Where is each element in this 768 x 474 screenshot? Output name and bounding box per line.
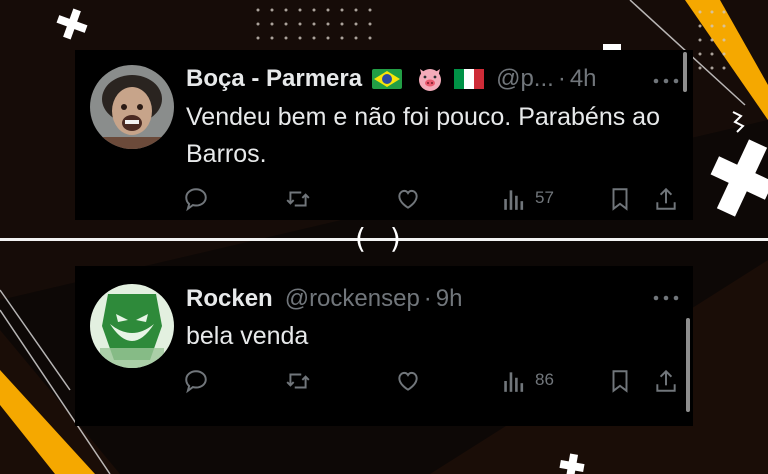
views-count: 57 — [535, 188, 554, 207]
avatar[interactable] — [90, 65, 174, 149]
action-bar: 57 — [183, 184, 679, 214]
like-icon[interactable] — [395, 186, 421, 212]
timestamp[interactable]: 4h — [570, 65, 597, 93]
more-icon[interactable] — [653, 78, 679, 84]
reply-icon[interactable] — [183, 186, 209, 212]
display-name[interactable]: Rocken — [186, 285, 273, 313]
separator: · — [423, 285, 432, 312]
scrollbar-top[interactable] — [683, 52, 687, 92]
scrollbar-bottom[interactable] — [686, 318, 690, 412]
brazil-flag-icon — [372, 69, 403, 89]
bookmark-icon[interactable] — [607, 186, 633, 212]
reply-icon[interactable] — [183, 368, 209, 394]
tweet-header: Boça - Parmera @p... · 4h — [186, 65, 597, 93]
tweet-header: Rocken @rockensep · 9h — [186, 285, 463, 313]
like-icon[interactable] — [395, 368, 421, 394]
handle[interactable]: @rockensep — [285, 285, 420, 313]
tweet-text: bela venda — [186, 322, 309, 350]
views-icon[interactable] — [501, 368, 527, 394]
tweet-text: Vendeu bem e não foi pouco. Parabéns ao … — [186, 103, 660, 168]
timestamp[interactable]: 9h — [436, 285, 463, 313]
share-icon[interactable] — [653, 186, 679, 212]
avatar[interactable] — [90, 284, 174, 368]
handle[interactable]: @p... — [496, 65, 554, 93]
separator: · — [557, 65, 566, 92]
tweet-card[interactable]: Boça - Parmera @p... · 4h Vendeu bem e n… — [75, 50, 693, 220]
retweet-icon[interactable] — [285, 186, 311, 212]
display-name[interactable]: Boça - Parmera — [186, 65, 362, 93]
parens-glyph: () — [355, 222, 425, 255]
retweet-icon[interactable] — [285, 368, 311, 394]
share-icon[interactable] — [653, 368, 679, 394]
pig-face-icon — [419, 69, 442, 91]
bookmark-icon[interactable] — [607, 368, 633, 394]
action-bar: 86 — [183, 366, 679, 396]
views-count: 86 — [535, 370, 554, 389]
more-icon[interactable] — [653, 295, 679, 301]
tweet-card[interactable]: Rocken @rockensep · 9h bela venda 86 — [75, 266, 693, 426]
italy-flag-icon — [454, 69, 485, 89]
views-icon[interactable] — [501, 186, 527, 212]
